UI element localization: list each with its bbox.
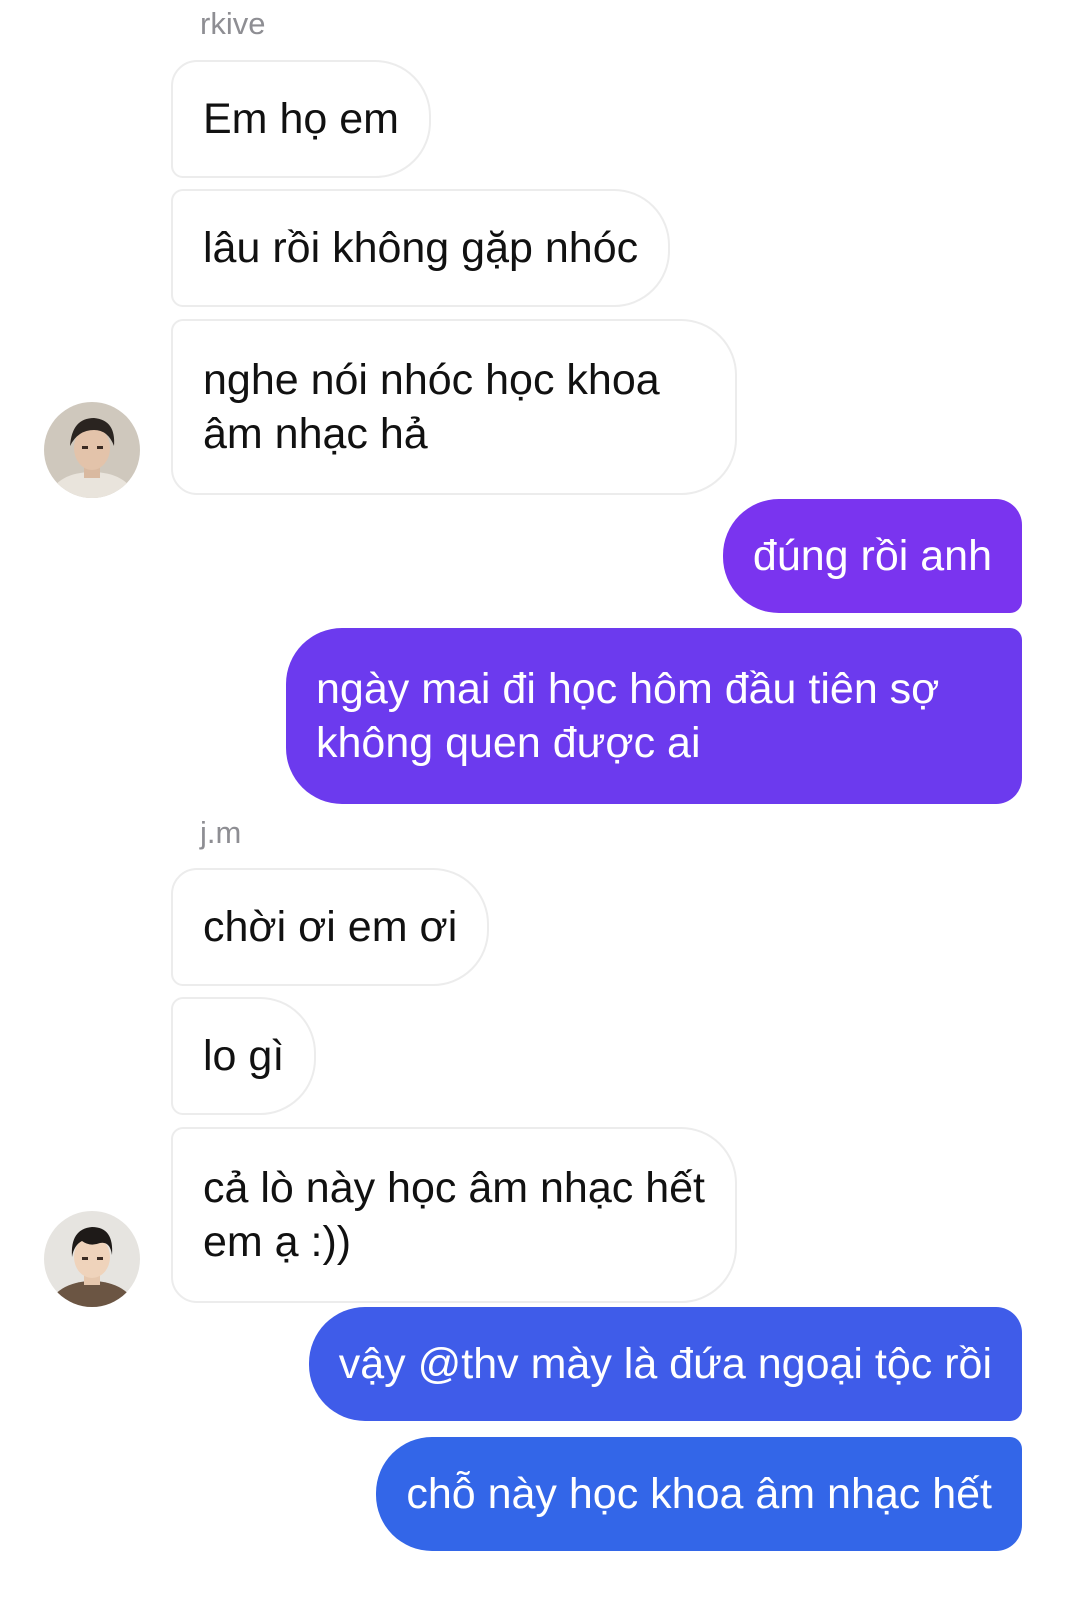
message-bubble-outgoing[interactable]: ngày mai đi học hôm đầu tiên sợ không qu… [286,628,1022,804]
jm-avatar-icon[interactable] [44,1211,140,1307]
message-bubble-outgoing[interactable]: vậy @thv mày là đứa ngoại tộc rồi [308,1307,1022,1421]
sender-name-rkive: rkive [200,6,266,41]
message-bubble-incoming[interactable]: Em họ em [171,60,431,178]
message-text: lo gì [203,1032,285,1080]
message-text: cả lò này học âm nhạc hết em ạ :)) [203,1164,705,1266]
message-text: đúng rồi anh [752,532,992,580]
message-text: nghe nói nhóc học khoa âm nhạc hả [203,356,660,458]
message-bubble-incoming[interactable]: chời ơi em ơi [171,868,490,986]
message-text: ngày mai đi học hôm đầu tiên sợ không qu… [316,665,940,767]
message-bubble-outgoing[interactable]: chỗ này học khoa âm nhạc hết [376,1437,1022,1551]
message-text: vậy @thv mày là đứa ngoại tộc rồi [338,1340,992,1388]
sender-name-jm: j.m [200,815,242,850]
message-bubble-incoming[interactable]: cả lò này học âm nhạc hết em ạ :)) [171,1127,737,1303]
message-bubble-incoming[interactable]: lâu rồi không gặp nhóc [171,189,671,307]
message-text: chời ơi em ơi [203,903,458,951]
message-text: lâu rồi không gặp nhóc [203,224,639,272]
message-bubble-incoming[interactable]: lo gì [171,997,317,1115]
rkive-avatar-icon[interactable] [44,402,140,498]
message-bubble-outgoing[interactable]: đúng rồi anh [722,499,1022,613]
message-bubble-incoming[interactable]: nghe nói nhóc học khoa âm nhạc hả [171,319,737,495]
message-text: chỗ này học khoa âm nhạc hết [406,1470,992,1518]
message-text: Em họ em [203,95,399,143]
